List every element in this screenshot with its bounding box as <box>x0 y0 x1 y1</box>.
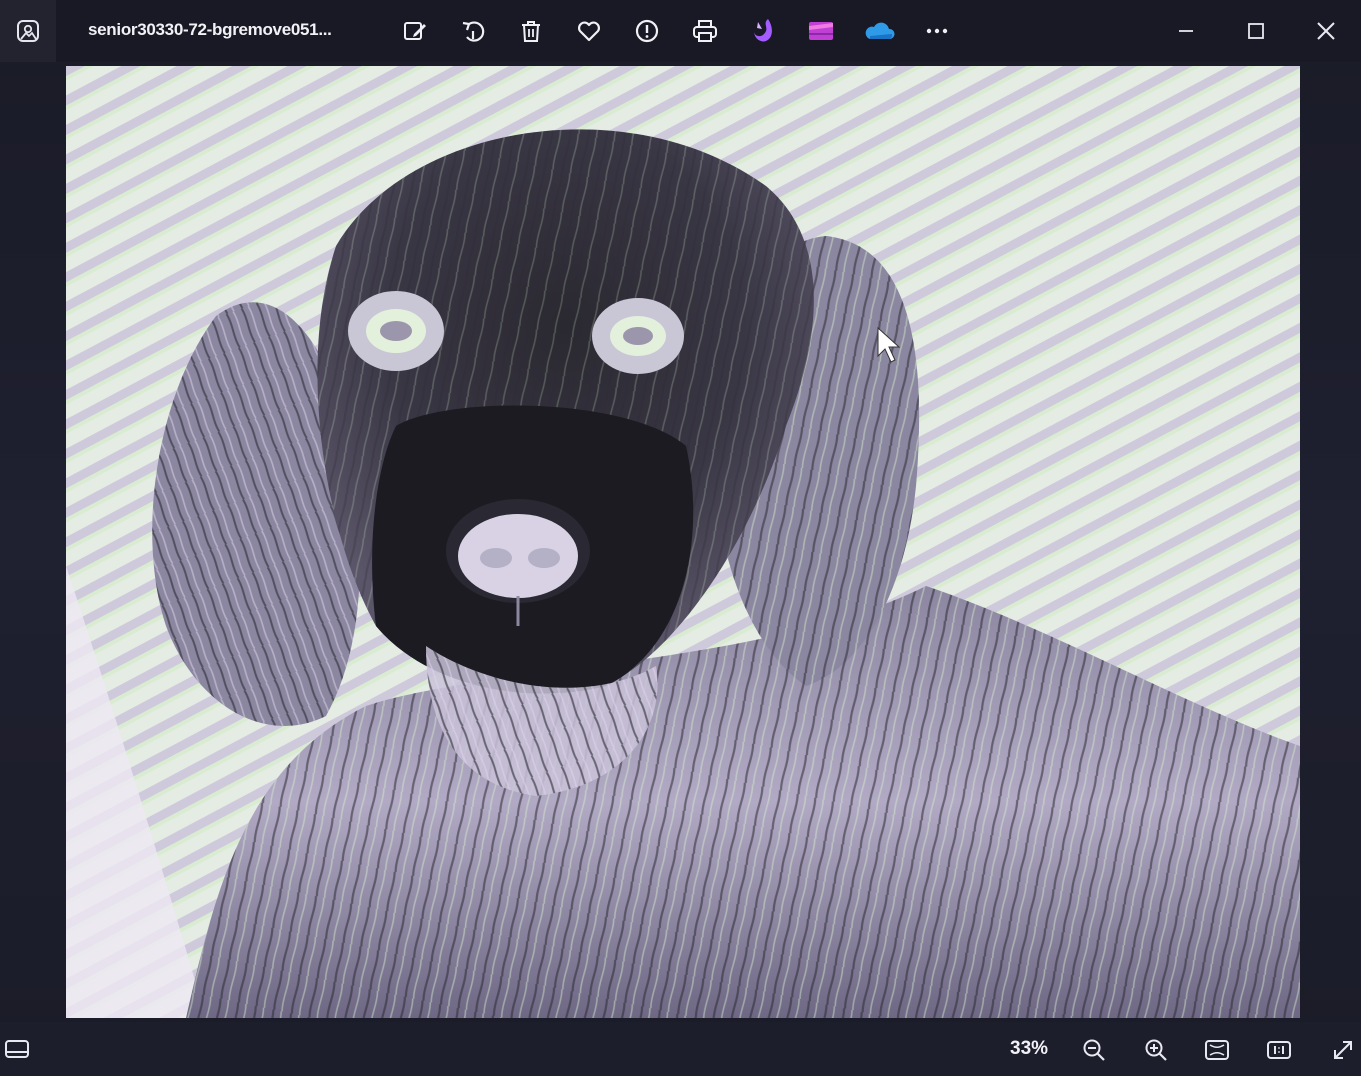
delete-icon <box>522 21 540 42</box>
edit-image-button[interactable] <box>395 11 435 51</box>
title-bar: senior30330-72-bgremove051... <box>0 0 1361 62</box>
zoom-out-button[interactable] <box>1076 1032 1112 1068</box>
full-screen-button[interactable] <box>1325 1032 1361 1068</box>
zoom-in-icon <box>1145 1039 1167 1061</box>
heart-icon <box>578 21 600 42</box>
video-editor-button[interactable] <box>801 11 841 51</box>
close-icon <box>1317 22 1335 40</box>
info-icon <box>635 19 659 43</box>
status-bar: 33% <box>0 1022 1361 1076</box>
full-screen-icon <box>1334 1041 1352 1059</box>
photos-app-icon <box>17 20 39 42</box>
actual-size-button[interactable] <box>1261 1032 1297 1068</box>
fit-to-window-icon <box>1205 1040 1229 1060</box>
image-canvas[interactable] <box>66 66 1300 1018</box>
rotate-button[interactable] <box>453 11 493 51</box>
onedrive-cloud-icon <box>865 22 895 39</box>
window-title: senior30330-72-bgremove051... <box>88 20 332 39</box>
displayed-photo-dog <box>66 66 1300 1018</box>
close-button[interactable] <box>1291 0 1361 62</box>
clipchamp-button[interactable] <box>743 11 783 51</box>
zoom-in-button[interactable] <box>1138 1032 1174 1068</box>
print-icon <box>693 20 717 42</box>
app-icon-button[interactable] <box>0 0 56 62</box>
favorite-button[interactable] <box>569 11 609 51</box>
actual-size-icon <box>1267 1041 1291 1059</box>
minimize-icon <box>1179 30 1193 32</box>
window-controls <box>1151 0 1361 62</box>
file-info-button[interactable] <box>627 11 667 51</box>
photos-app-window: senior30330-72-bgremove051... 33% <box>0 0 1361 1076</box>
video-editor-icon <box>809 22 833 40</box>
delete-button[interactable] <box>511 11 551 51</box>
zoom-out-icon <box>1083 1039 1105 1061</box>
onedrive-button[interactable] <box>859 11 899 51</box>
minimize-button[interactable] <box>1151 0 1221 62</box>
clipchamp-icon <box>754 19 772 42</box>
more-options-button[interactable] <box>917 11 957 51</box>
fit-to-window-button[interactable] <box>1199 1032 1235 1068</box>
edit-image-icon <box>404 22 426 40</box>
filmstrip-toggle-button[interactable] <box>0 1032 34 1066</box>
rotate-icon <box>462 21 485 42</box>
maximize-icon <box>1248 23 1264 39</box>
more-options-icon <box>926 28 948 34</box>
maximize-button[interactable] <box>1221 0 1291 62</box>
toolbar <box>395 11 975 51</box>
filmstrip-icon <box>5 1040 29 1058</box>
print-button[interactable] <box>685 11 725 51</box>
zoom-level[interactable]: 33% <box>1010 1038 1048 1060</box>
